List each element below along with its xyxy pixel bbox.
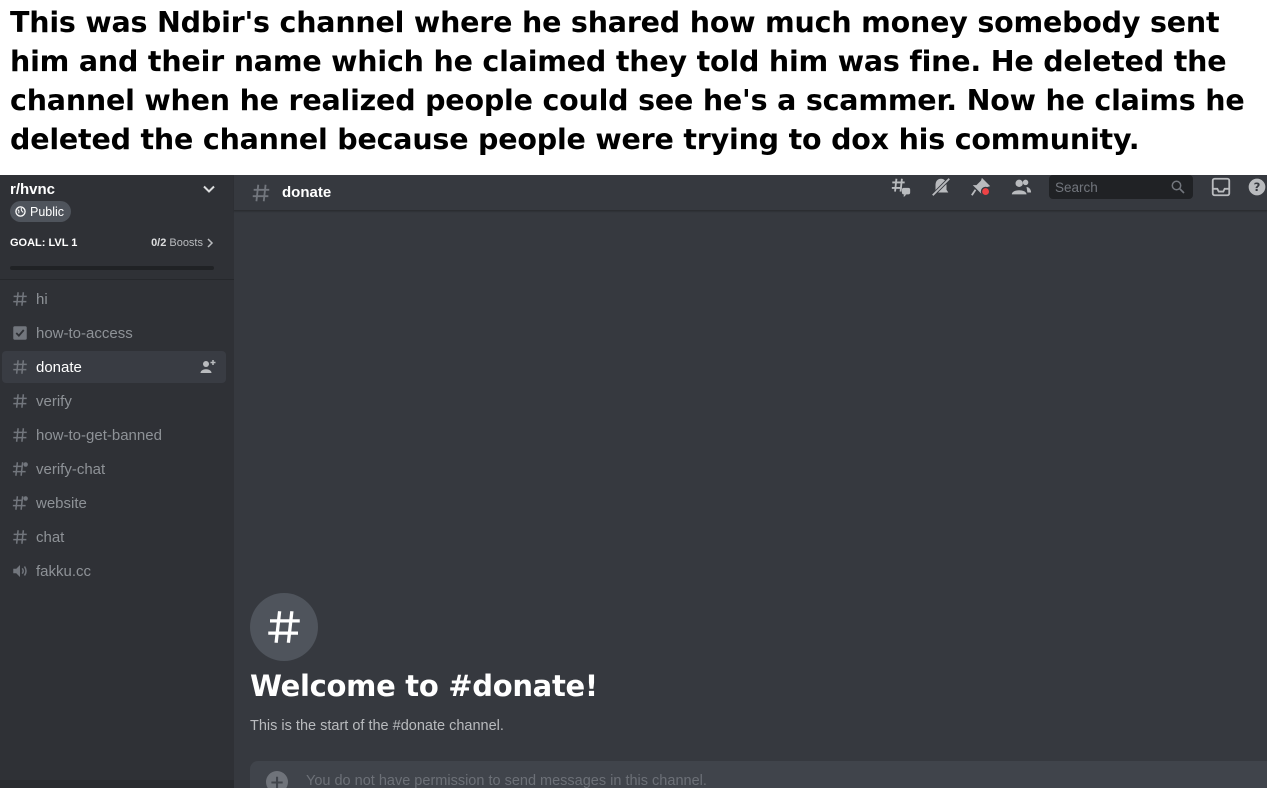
channel-label: how-to-get-banned	[36, 426, 162, 444]
hash-icon	[11, 426, 29, 444]
add-attachment-icon[interactable]: +	[266, 771, 288, 788]
hash-thread-icon	[11, 494, 29, 512]
channel-welcome-icon	[250, 593, 318, 661]
pin-icon[interactable]	[969, 175, 993, 199]
channel-item-verify[interactable]: verify	[2, 385, 226, 417]
welcome-title: Welcome to #donate!	[250, 669, 598, 703]
channel-label: donate	[36, 358, 82, 376]
hash-icon	[11, 358, 29, 376]
speaker-icon	[11, 562, 29, 580]
sidebar-footer	[0, 780, 234, 788]
members-icon[interactable]	[1009, 175, 1033, 199]
inbox-icon[interactable]	[1209, 175, 1233, 199]
svg-text:?: ?	[1254, 180, 1261, 194]
boost-count-label: Boosts	[169, 237, 203, 249]
hash-icon	[268, 611, 300, 643]
goal-label: GOAL: LVL 1	[10, 237, 78, 249]
channel-item-chat[interactable]: chat	[2, 521, 226, 553]
header-toolbar: Search ?	[873, 175, 1267, 199]
help-icon[interactable]: ?	[1247, 175, 1267, 199]
channel-item-hi[interactable]: hi	[2, 283, 226, 315]
channel-header: donate Search ?	[234, 175, 1267, 211]
globe-icon	[15, 206, 26, 217]
boost-progress-bar	[10, 266, 214, 270]
hash-icon	[11, 528, 29, 546]
chat-area: donate Search ? Welcome to #donate! This…	[234, 175, 1267, 788]
hash-thread-icon	[11, 460, 29, 478]
server-header[interactable]: r/hvnc	[0, 175, 234, 203]
channel-title: donate	[282, 184, 332, 201]
public-label: Public	[30, 204, 65, 219]
channel-label: verify-chat	[36, 460, 106, 478]
boost-goal[interactable]: GOAL: LVL 1 0/2 Boosts	[10, 237, 214, 249]
search-input[interactable]: Search	[1049, 175, 1193, 199]
hash-icon	[252, 184, 270, 201]
server-name: r/hvnc	[10, 180, 56, 198]
rules-checkbox-icon	[11, 324, 29, 342]
channel-label: verify	[36, 392, 72, 410]
discord-app: r/hvnc Public GOAL: LVL 1 0/2 Boosts hi h…	[0, 175, 1267, 788]
message-composer[interactable]: + You do not have permission to send mes…	[250, 761, 1267, 788]
composer-placeholder: You do not have permission to send messa…	[306, 773, 707, 788]
search-icon	[1171, 180, 1185, 194]
channel-item-how-to-get-banned[interactable]: how-to-get-banned	[2, 419, 226, 451]
channel-label: hi	[36, 290, 48, 308]
chevron-right-icon	[207, 238, 214, 248]
channel-label: how-to-access	[36, 324, 133, 342]
channel-item-how-to-access[interactable]: how-to-access	[2, 317, 226, 349]
boost-count[interactable]: 0/2 Boosts	[151, 237, 214, 249]
channel-label: website	[36, 494, 87, 512]
channel-item-donate[interactable]: donate	[2, 351, 226, 383]
hash-icon	[11, 290, 29, 308]
search-placeholder: Search	[1055, 179, 1098, 195]
sidebar-divider	[0, 279, 234, 280]
channel-item-verify-chat[interactable]: verify-chat	[2, 453, 226, 485]
chevron-down-icon[interactable]	[202, 182, 216, 196]
channel-item-website[interactable]: website	[2, 487, 226, 519]
public-badge: Public	[10, 201, 72, 222]
welcome-subtitle: This is the start of the #donate channel…	[250, 718, 504, 734]
hash-icon	[11, 392, 29, 410]
caption-text: This was Ndbir's channel where he shared…	[0, 0, 1267, 175]
channel-sidebar: r/hvnc Public GOAL: LVL 1 0/2 Boosts hi h…	[0, 175, 234, 788]
channel-label: chat	[36, 528, 65, 546]
channel-list: hi how-to-access donate verify how-to-get-ba…	[2, 283, 226, 589]
mute-bell-icon[interactable]	[929, 175, 953, 199]
boost-count-value: 0/2	[151, 237, 167, 249]
create-invite-icon[interactable]	[200, 359, 216, 375]
channel-item-fakku-cc[interactable]: fakku.cc	[2, 555, 226, 587]
channel-label: fakku.cc	[36, 562, 92, 580]
threads-icon[interactable]	[889, 175, 913, 199]
